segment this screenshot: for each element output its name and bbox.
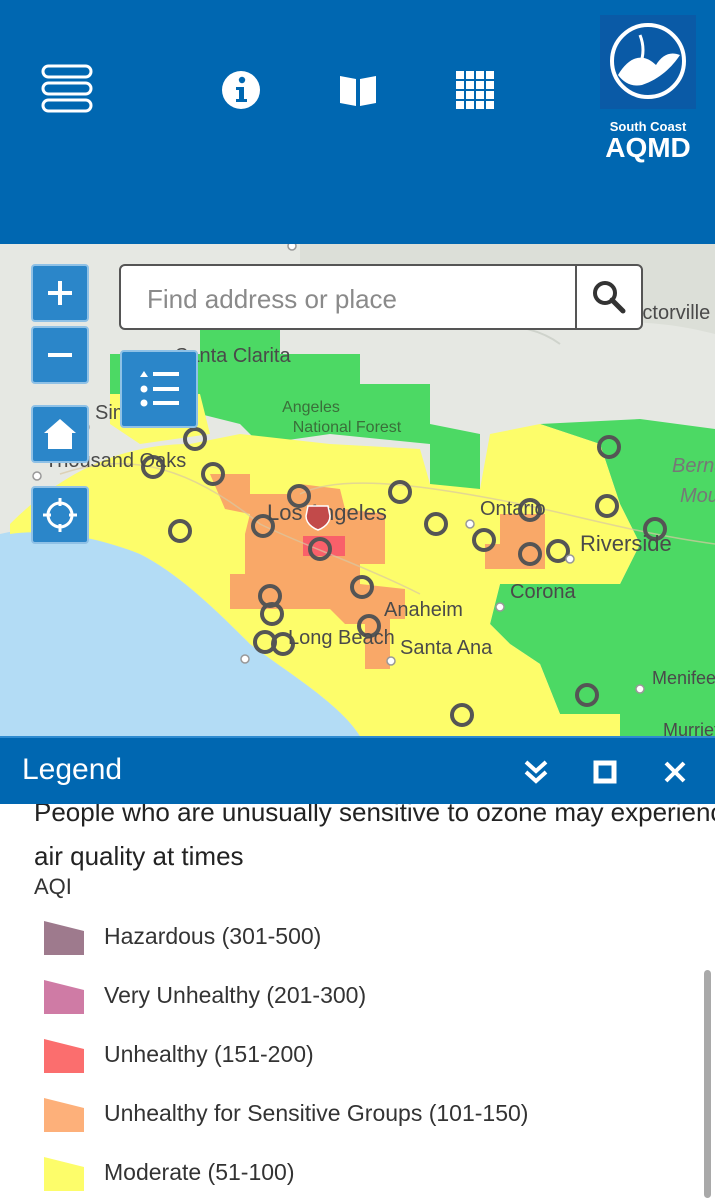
legend-item: Unhealthy for Sensitive Groups (101-150) — [44, 1093, 528, 1133]
legend-item-label: Unhealthy (151-200) — [104, 1040, 314, 1067]
book-icon[interactable] — [338, 70, 378, 110]
legend-description-line-2: air quality at times — [34, 841, 244, 871]
zoom-in-button[interactable] — [31, 264, 89, 322]
south-coast-aqmd-logo[interactable]: South Coast AQMD — [600, 15, 696, 165]
aqi-heading: AQI — [34, 874, 72, 899]
map-label-menifee: Menifee — [652, 668, 715, 688]
maximize-legend-button[interactable] — [585, 752, 625, 792]
search-input[interactable] — [145, 280, 569, 318]
locate-button[interactable] — [31, 486, 89, 544]
legend-item-label: Unhealthy for Sensitive Groups (101-150) — [104, 1099, 529, 1126]
map-label-angeles: Angeles — [282, 399, 340, 416]
info-icon[interactable] — [221, 70, 261, 110]
map-label-ontario: Ontario — [480, 498, 546, 520]
collapse-legend-button[interactable] — [516, 752, 556, 792]
minus-icon — [48, 353, 72, 357]
plus-icon — [48, 281, 72, 305]
app-header: South Coast AQMD — [0, 0, 715, 244]
map-label-long-beach: Long Beach — [288, 627, 395, 649]
legend-body[interactable]: People who are unusually sensitive to oz… — [0, 804, 715, 1200]
legend-item: Unhealthy (151-200) — [44, 1034, 314, 1074]
logo-emblem-icon — [610, 23, 686, 99]
legend-description: People who are unusually sensitive to oz… — [34, 804, 715, 878]
chevron-double-down-icon — [524, 760, 548, 784]
layer-list-button[interactable] — [120, 350, 198, 428]
map-label-murrieta: Murrieta — [663, 720, 715, 736]
legend-item-label: Very Unhealthy (201-300) — [104, 981, 367, 1008]
legend-item-label: Hazardous (301-500) — [104, 922, 322, 949]
legend-panel-header: Legend — [0, 736, 715, 804]
legend-scrollbar[interactable] — [704, 970, 711, 1198]
maximize-icon — [593, 760, 617, 784]
map-label-bernardino: Bernardino — [672, 455, 715, 477]
map-label-corona: Corona — [510, 581, 576, 603]
home-icon — [44, 419, 76, 449]
close-icon — [664, 761, 686, 783]
home-button[interactable] — [31, 405, 89, 463]
legend-swatch-hazardous — [44, 921, 84, 955]
search-button[interactable] — [575, 266, 641, 328]
search-box — [119, 264, 643, 330]
close-legend-button[interactable] — [655, 752, 695, 792]
grid-icon[interactable] — [455, 70, 495, 110]
menu-icon[interactable] — [40, 62, 94, 116]
legend-item-label: Moderate (51-100) — [104, 1158, 295, 1185]
legend-swatch-unhealthy — [44, 1039, 84, 1073]
search-icon — [593, 281, 626, 314]
map-label-mountains: Mountains — [680, 485, 715, 507]
map-label-anaheim: Anaheim — [384, 599, 463, 621]
crosshair-icon — [43, 498, 77, 532]
legend-description-line-1: People who are unusually sensitive to oz… — [34, 804, 715, 827]
logo-line-2: AQMD — [605, 132, 691, 163]
legend-item: Moderate (51-100) — [44, 1152, 295, 1192]
zoom-out-button[interactable] — [31, 326, 89, 384]
legend-swatch-usg — [44, 1098, 84, 1132]
map-label-riverside: Riverside — [580, 531, 672, 556]
legend-item: Hazardous (301-500) — [44, 916, 321, 956]
legend-swatch-very-unhealthy — [44, 980, 84, 1014]
map-label-national-forest: National Forest — [293, 419, 402, 436]
map-label-santa-ana: Santa Ana — [400, 637, 493, 659]
legend-item: Very Unhealthy (201-300) — [44, 975, 366, 1015]
legend-title: Legend — [22, 753, 123, 786]
list-icon — [140, 371, 179, 407]
legend-swatch-moderate — [44, 1157, 84, 1191]
